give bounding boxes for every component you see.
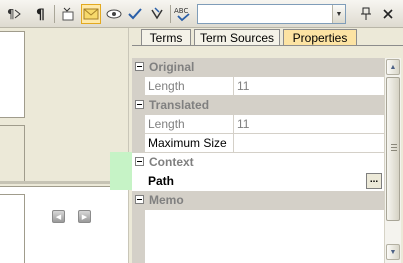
close-icon[interactable] — [378, 4, 398, 24]
category-context-title: Context — [149, 155, 194, 169]
category-original-title: Original — [149, 60, 195, 74]
show-formatting-icon[interactable]: ¶ — [4, 4, 24, 24]
toolbar: ¶ ¶ ABC ▼ — [0, 0, 403, 28]
svg-text:ABC: ABC — [174, 7, 188, 15]
search-combo[interactable]: ▼ — [197, 4, 346, 24]
preview-frame — [0, 194, 25, 263]
tab-terms-label: Terms — [149, 30, 183, 45]
tab-terms[interactable]: Terms — [141, 29, 191, 45]
collapse-icon[interactable] — [135, 195, 144, 204]
property-value: 11 — [234, 77, 384, 96]
insert-icon[interactable] — [58, 4, 78, 24]
category-memo-title: Memo — [149, 193, 184, 207]
chevron-down-icon[interactable]: ▼ — [332, 5, 345, 23]
right-pane: Terms Term Sources Properties Original L… — [132, 28, 403, 263]
scroll-down-icon[interactable]: ▼ — [386, 244, 400, 260]
previous-arrow-icon[interactable]: ◀ — [52, 210, 65, 223]
browse-button[interactable]: ... — [366, 173, 382, 189]
property-row-maximum-size[interactable]: Maximum Size — [132, 134, 384, 153]
left-pane: ◀ ▶ — [0, 28, 128, 263]
preview-icon[interactable] — [104, 4, 124, 24]
collapse-icon[interactable] — [135, 157, 144, 166]
category-original[interactable]: Original — [132, 58, 384, 77]
category-context[interactable]: Context — [132, 153, 384, 172]
property-name: Path — [148, 174, 175, 188]
scroll-up-icon[interactable]: ▲ — [386, 59, 400, 75]
property-value: 11 — [234, 115, 384, 134]
next-arrow-icon[interactable]: ▶ — [78, 210, 91, 223]
property-row-path[interactable]: Path ... — [132, 172, 384, 191]
property-row-translated-length[interactable]: Length 11 — [132, 115, 384, 134]
collapse-icon[interactable] — [135, 62, 144, 71]
category-memo[interactable]: Memo — [132, 191, 384, 210]
preview-area: ◀ ▶ — [0, 186, 128, 263]
scroll-thumb[interactable] — [386, 77, 400, 221]
property-value — [234, 172, 384, 191]
property-name: Length — [145, 115, 234, 134]
tab-term-sources[interactable]: Term Sources — [194, 29, 280, 45]
property-grid: Original Length 11 Translated Length 11 … — [132, 58, 384, 263]
pilcrow-icon[interactable]: ¶ — [31, 4, 51, 24]
tab-term-sources-label: Term Sources — [199, 30, 275, 45]
memo-area[interactable] — [132, 210, 384, 263]
svg-text:¶: ¶ — [36, 7, 45, 22]
horizontal-divider[interactable] — [0, 181, 128, 184]
spellcheck-icon[interactable]: ABC — [174, 4, 194, 24]
category-translated[interactable]: Translated — [132, 96, 384, 115]
source-text-area[interactable] — [0, 31, 25, 118]
checkmark-icon[interactable] — [125, 4, 145, 24]
category-translated-title: Translated — [149, 98, 210, 112]
clear-icon[interactable] — [147, 4, 167, 24]
property-row-original-length[interactable]: Length 11 — [132, 77, 384, 96]
tab-properties[interactable]: Properties — [283, 29, 357, 45]
target-text-area[interactable] — [0, 125, 25, 184]
property-name: Length — [145, 77, 234, 96]
svg-text:¶: ¶ — [7, 7, 15, 21]
collapse-icon[interactable] — [135, 100, 144, 109]
browse-button-label: ... — [369, 174, 379, 185]
message-icon[interactable] — [81, 4, 101, 24]
pin-icon[interactable] — [356, 4, 376, 24]
vertical-scrollbar[interactable]: ▲ ▼ — [384, 58, 401, 263]
tab-properties-label: Properties — [292, 30, 348, 45]
property-name: Maximum Size — [145, 134, 234, 153]
property-value-input[interactable] — [234, 134, 384, 153]
